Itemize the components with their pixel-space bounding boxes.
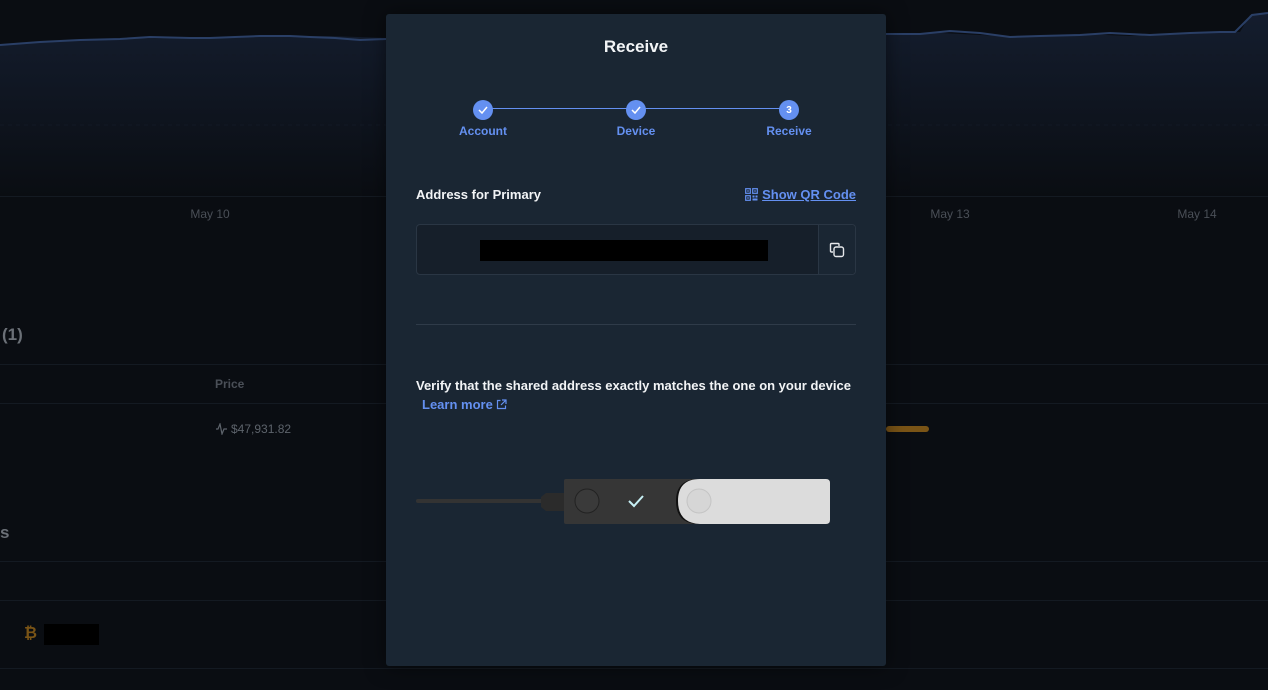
ledger-device-illustration — [416, 479, 830, 524]
divider — [0, 668, 1268, 669]
assets-section-title: (1) — [2, 325, 23, 344]
modal-title: Receive — [603, 37, 669, 56]
divider — [416, 324, 856, 325]
x-tick-label: May 14 — [1177, 207, 1217, 221]
learn-more-label: Learn more — [422, 397, 493, 412]
address-field[interactable] — [416, 224, 856, 275]
verify-instructions: Verify that the shared address exactly m… — [416, 376, 856, 414]
step-receive: 3 Receive — [744, 100, 834, 138]
receive-modal: Receive Account Device 3 Receive Address… — [386, 14, 886, 666]
address-value[interactable] — [417, 225, 818, 274]
step-number: 3 — [779, 100, 799, 120]
copy-icon — [829, 242, 845, 257]
check-icon — [626, 100, 646, 120]
redacted-address — [480, 240, 768, 261]
asset-price: $47,931.82 — [231, 422, 292, 436]
device-button — [686, 488, 712, 514]
price-column-header[interactable]: Price — [215, 377, 244, 391]
external-link-icon — [497, 399, 508, 410]
redacted-account-name[interactable] — [44, 624, 99, 645]
asset-price-cell[interactable]: $47,931.82 — [215, 422, 291, 436]
allocation-bar — [886, 426, 929, 432]
activity-icon — [216, 423, 227, 435]
copy-address-button[interactable] — [818, 225, 855, 274]
step-account: Account — [438, 100, 528, 138]
address-label: Address for Primary — [416, 187, 541, 202]
show-qr-code-link[interactable]: Show QR Code — [745, 187, 856, 202]
accounts-section-title: s — [0, 523, 10, 542]
check-icon — [473, 100, 493, 120]
x-tick-label: May 10 — [190, 207, 230, 221]
verify-text: Verify that the shared address exactly m… — [416, 378, 851, 393]
step-label: Receive — [766, 124, 812, 138]
show-qr-code-label: Show QR Code — [762, 187, 856, 202]
learn-more-link[interactable]: Learn more — [422, 397, 508, 412]
step-device: Device — [591, 100, 681, 138]
usb-connector — [541, 493, 566, 511]
bitcoin-icon: ₿ — [24, 625, 38, 642]
qr-code-icon — [745, 188, 759, 201]
x-tick-label: May 13 — [930, 207, 970, 221]
step-label: Device — [616, 124, 656, 138]
step-label: Account — [459, 124, 507, 138]
device-button — [574, 488, 600, 514]
